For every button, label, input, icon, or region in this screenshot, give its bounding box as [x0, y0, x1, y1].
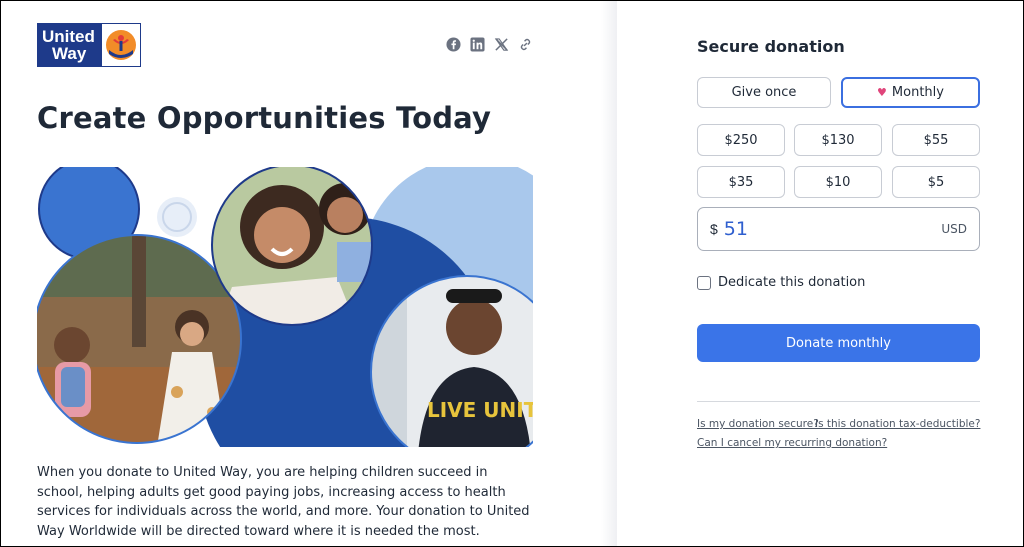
- amount-option-10[interactable]: $10: [794, 166, 882, 198]
- amount-option-130[interactable]: $130: [794, 124, 882, 156]
- logo-emblem-icon: [102, 24, 140, 66]
- monthly-button[interactable]: ♥ Monthly: [841, 77, 980, 108]
- faq-cancel-link[interactable]: Can I cancel my recurring donation?: [697, 437, 887, 449]
- amount-label: $10: [825, 174, 851, 190]
- custom-amount-input[interactable]: [723, 218, 874, 240]
- link-icon[interactable]: [518, 37, 533, 52]
- amount-option-250[interactable]: $250: [697, 124, 785, 156]
- donation-form: Secure donation Give once ♥ Monthly $250…: [617, 1, 1023, 546]
- faq-tax-link[interactable]: Is this donation tax-deductible?: [815, 418, 980, 430]
- donate-button-label: Donate monthly: [786, 335, 891, 351]
- donation-heading: Secure donation: [697, 37, 845, 56]
- amount-label: $55: [923, 132, 949, 148]
- campaign-description: When you donate to United Way, you are h…: [37, 465, 530, 539]
- amount-label: $130: [821, 132, 855, 148]
- campaign-panel: United Way Create Opportunities Today LI…: [1, 1, 616, 546]
- dedicate-checkbox[interactable]: [697, 275, 711, 290]
- dedicate-label: Dedicate this donation: [718, 275, 866, 290]
- heart-icon: ♥: [877, 86, 887, 99]
- amount-label: $5: [927, 174, 945, 190]
- facebook-icon[interactable]: [446, 37, 461, 52]
- hero-collage-image: LIVE UNITED: [37, 167, 533, 447]
- amount-option-5[interactable]: $5: [892, 166, 980, 198]
- amount-label: $35: [728, 174, 754, 190]
- united-way-logo[interactable]: United Way: [37, 23, 141, 67]
- amount-option-55[interactable]: $55: [892, 124, 980, 156]
- logo-wordmark: United Way: [38, 28, 100, 62]
- dedicate-option[interactable]: Dedicate this donation: [697, 275, 865, 290]
- share-bar: [446, 37, 533, 52]
- linkedin-icon[interactable]: [470, 37, 485, 52]
- monthly-label: Monthly: [891, 85, 944, 100]
- currency-symbol: $: [710, 221, 718, 237]
- page-title: Create Opportunities Today: [37, 101, 492, 135]
- amount-label: $250: [724, 132, 758, 148]
- logo-line-1: United: [42, 27, 95, 46]
- live-united-shirt-text: LIVE UNITED: [427, 398, 533, 422]
- donate-monthly-button[interactable]: Donate monthly: [697, 324, 980, 362]
- x-icon[interactable]: [494, 37, 509, 52]
- currency-code[interactable]: USD: [941, 222, 967, 236]
- faq-secure-link[interactable]: Is my donation secure?: [697, 418, 819, 430]
- give-once-label: Give once: [731, 85, 797, 100]
- faq-divider: [697, 401, 980, 402]
- donation-page: United Way Create Opportunities Today LI…: [1, 1, 1023, 546]
- give-once-button[interactable]: Give once: [697, 77, 831, 108]
- amount-option-35[interactable]: $35: [697, 166, 785, 198]
- custom-amount-field[interactable]: $ USD: [697, 207, 980, 251]
- logo-line-2: Way: [52, 44, 87, 63]
